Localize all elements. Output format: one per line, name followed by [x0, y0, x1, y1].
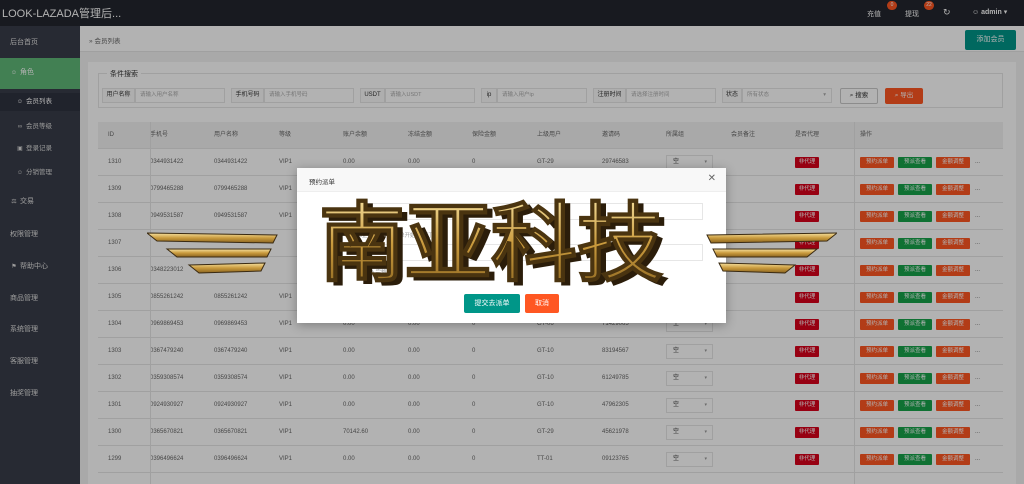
- close-icon[interactable]: ✕: [708, 173, 716, 184]
- order-hint: 0正确派单，第N单开始预约订单: [359, 233, 438, 239]
- order-count-label: 订单数：: [326, 211, 351, 217]
- dialog-header: 预约派单 ✕: [297, 168, 726, 192]
- reserve-dialog: 预约派单 ✕ 订单数： 0 0.00 0正确派单，第N单开始预约订单 请输入完整…: [297, 168, 726, 323]
- amount-hint: 请输入完整后: [359, 270, 393, 276]
- dialog-title: 预约派单: [309, 179, 335, 186]
- order-count-input[interactable]: 0: [357, 203, 703, 220]
- submit-dispatch-button[interactable]: 提交去派单: [464, 294, 520, 313]
- cancel-button[interactable]: 取消: [525, 294, 559, 313]
- amount-input[interactable]: 0.00: [357, 244, 703, 261]
